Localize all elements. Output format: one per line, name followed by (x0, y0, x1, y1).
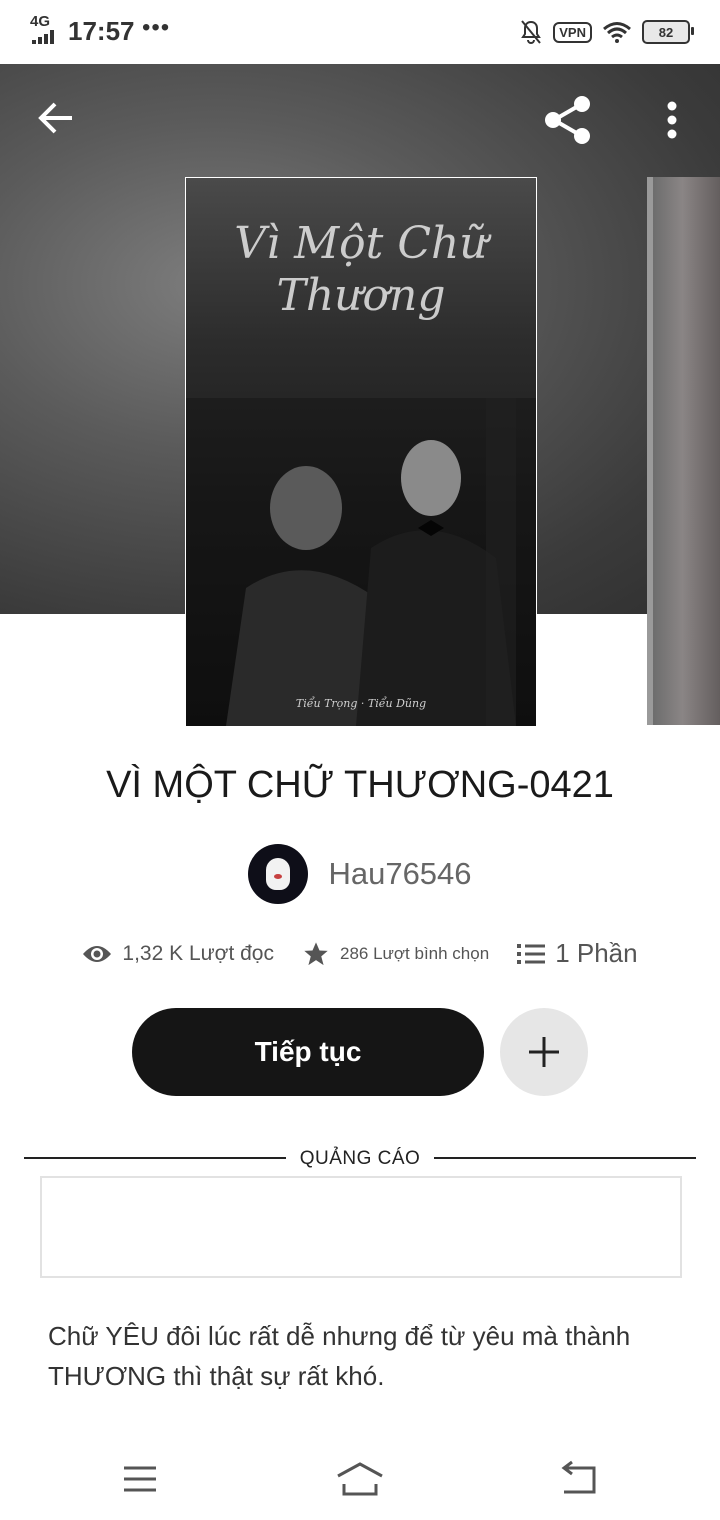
reads-count: 1,32 K Lượt đọc (122, 941, 274, 965)
battery-icon: 82 (642, 20, 694, 44)
cover-figures (186, 398, 536, 726)
arrow-left-icon (38, 102, 72, 134)
vpn-badge: VPN (553, 21, 592, 43)
bell-off-icon (521, 20, 542, 44)
continue-reading-button[interactable]: Tiếp tục (132, 1008, 484, 1096)
votes-count: 286 Lượt bình chọn (339, 943, 490, 963)
reads-stat: 1,32 K Lượt đọc (82, 942, 274, 966)
cover-title-art: Vì Một Chữ Thương (234, 218, 488, 321)
home-icon (337, 1462, 383, 1496)
nav-menu-button[interactable] (110, 1458, 170, 1502)
ad-header: QUẢNG CÁO (24, 1146, 696, 1170)
author-link[interactable]: Hau76546 (0, 844, 720, 904)
story-stats: 1,32 K Lượt đọc 286 Lượt bình chọn 1 Phầ… (0, 938, 720, 969)
clock: 17:57 (68, 16, 135, 46)
nav-back-button[interactable] (550, 1458, 610, 1502)
more-options-button[interactable] (658, 98, 686, 142)
add-to-library-button[interactable] (500, 1008, 588, 1096)
menu-icon (124, 1466, 156, 1492)
status-icons: VPN 82 (519, 18, 694, 46)
back-icon (561, 1460, 596, 1494)
share-button[interactable] (542, 94, 594, 146)
votes-stat: 286 Lượt bình chọn (302, 940, 489, 968)
status-bar: 4G 17:57 ••• VPN 82 (0, 0, 720, 64)
divider (434, 1157, 696, 1159)
avatar[interactable] (248, 844, 309, 904)
author-name[interactable]: Hau76546 (328, 856, 471, 892)
next-book-cover[interactable] (647, 177, 720, 725)
star-icon (304, 941, 328, 965)
network-type: 4G (30, 13, 51, 30)
parts-stat[interactable]: 1 Phần (517, 938, 638, 969)
list-icon (517, 943, 546, 964)
ad-slot[interactable] (40, 1176, 682, 1278)
parts-count[interactable]: 1 Phần (555, 938, 637, 969)
plus-icon (529, 1037, 559, 1067)
story-description: Chữ YÊU đôi lúc rất dễ nhưng để từ yêu m… (48, 1321, 631, 1391)
system-nav-bar (0, 1440, 720, 1520)
signal-icon (32, 30, 58, 44)
book-cover[interactable]: Vì Một Chữ Thương Tiểu Trọng · Tiểu Dũng (185, 177, 537, 727)
ad-label: QUẢNG CÁO (299, 1148, 421, 1169)
story-title: VÌ MỘT CHỮ THƯƠNG-0421 (106, 764, 614, 806)
wifi-icon (603, 22, 631, 43)
more-notifications-icon: ••• (142, 14, 171, 41)
back-button[interactable] (36, 98, 76, 138)
share-icon (545, 96, 590, 144)
eye-icon (83, 945, 112, 962)
more-vertical-icon (667, 101, 677, 139)
cover-signature: Tiểu Trọng · Tiểu Dũng (295, 697, 427, 710)
nav-home-button[interactable] (330, 1458, 390, 1502)
